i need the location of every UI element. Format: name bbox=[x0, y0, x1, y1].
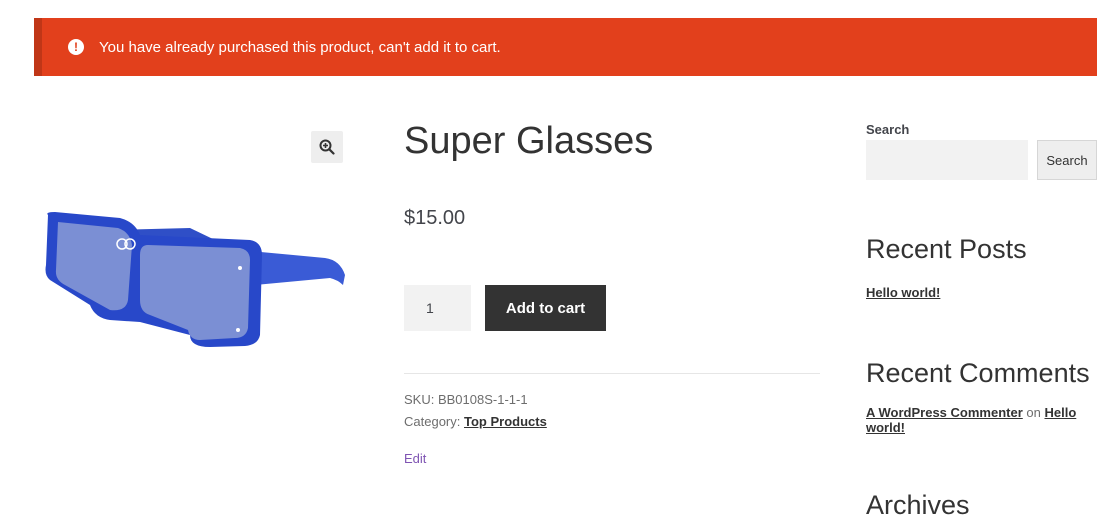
product-title: Super Glasses bbox=[404, 120, 654, 162]
comment-on-text: on bbox=[1026, 405, 1041, 420]
sku-line: SKU: BB0108S-1-1-1 bbox=[404, 392, 528, 407]
search-label: Search bbox=[866, 122, 910, 137]
comment-author-link[interactable]: A WordPress Commenter bbox=[866, 405, 1023, 420]
recent-comment-item: A WordPress Commenter on Hello world! bbox=[866, 405, 1086, 435]
recent-posts-list: Hello world! bbox=[866, 285, 1086, 300]
recent-comments-title: Recent Comments bbox=[866, 358, 1090, 388]
recent-post-link[interactable]: Hello world! bbox=[866, 285, 940, 300]
edit-link[interactable]: Edit bbox=[404, 451, 426, 466]
search-input[interactable] bbox=[866, 140, 1028, 180]
category-label: Category: bbox=[404, 414, 461, 429]
sku-label: SKU: bbox=[404, 392, 435, 407]
category-link[interactable]: Top Products bbox=[464, 414, 547, 429]
add-to-cart-button[interactable]: Add to cart bbox=[485, 285, 606, 331]
alert-circle-icon: ! bbox=[68, 39, 84, 55]
category-line: Category: Top Products bbox=[404, 414, 547, 429]
zoom-in-icon bbox=[319, 139, 335, 155]
archives-title: Archives bbox=[866, 490, 970, 520]
zoom-in-button[interactable] bbox=[311, 131, 343, 163]
error-notice: ! You have already purchased this produc… bbox=[34, 18, 1097, 76]
search-button[interactable]: Search bbox=[1037, 140, 1097, 180]
sunglasses-image[interactable] bbox=[40, 200, 350, 360]
recent-posts-title: Recent Posts bbox=[866, 234, 1027, 264]
quantity-input[interactable] bbox=[404, 285, 471, 331]
notice-text: You have already purchased this product,… bbox=[99, 38, 501, 56]
sku-value: BB0108S-1-1-1 bbox=[437, 392, 528, 407]
product-price: $15.00 bbox=[404, 207, 466, 229]
divider bbox=[404, 373, 820, 374]
